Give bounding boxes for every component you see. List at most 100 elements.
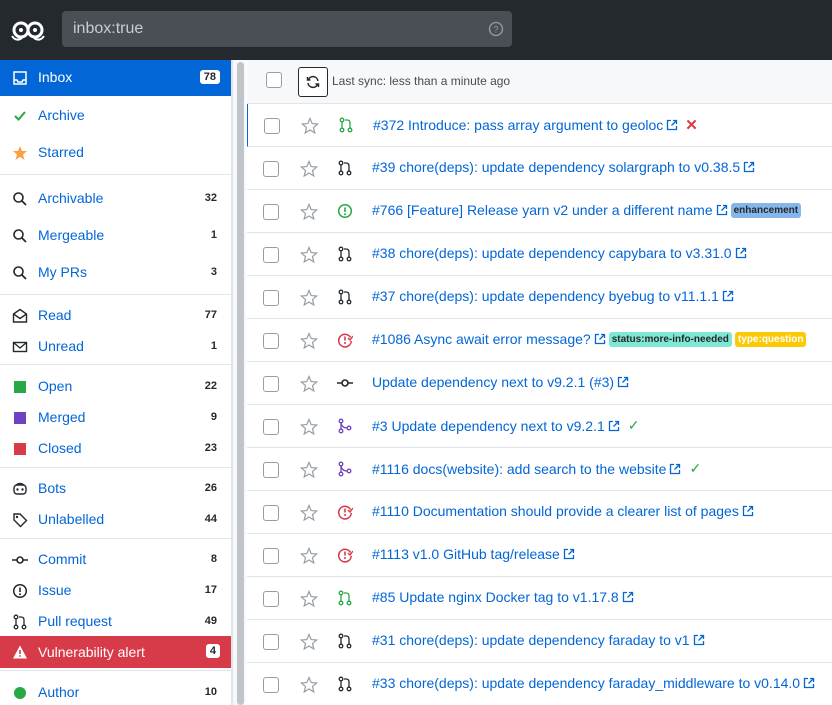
sidebar-item-vulnerability-alert[interactable]: Vulnerability alert 4 [0, 636, 231, 668]
help-icon[interactable]: ? [488, 21, 504, 37]
star-toggle-icon[interactable] [299, 546, 319, 565]
row-checkbox[interactable] [263, 333, 279, 349]
notification-row[interactable]: #85 Update nginx Docker tag to v1.17.8 [247, 577, 832, 620]
notification-title-link[interactable]: #1086 Async await error message? status:… [372, 331, 807, 347]
row-checkbox[interactable] [263, 462, 279, 478]
star-toggle-icon[interactable] [299, 632, 319, 651]
notification-title[interactable]: #1086 Async await error message? [372, 331, 591, 347]
notification-row[interactable]: #1086 Async await error message? status:… [247, 319, 832, 362]
notification-row[interactable]: #3 Update dependency next to v9.2.1 ✓ [247, 405, 832, 448]
octobox-logo-icon[interactable] [10, 16, 46, 44]
notification-title[interactable]: #1113 v1.0 GitHub tag/release [372, 546, 560, 562]
external-link-icon[interactable] [608, 420, 620, 432]
notification-title[interactable]: #38 chore(deps): update dependency capyb… [372, 245, 732, 261]
star-toggle-icon[interactable] [299, 288, 319, 307]
external-link-icon[interactable] [803, 677, 815, 689]
row-checkbox[interactable] [264, 118, 280, 134]
notification-title-link[interactable]: #38 chore(deps): update dependency capyb… [372, 245, 747, 261]
sync-button[interactable] [298, 67, 328, 97]
notification-title[interactable]: #1110 Documentation should provide a cle… [372, 503, 739, 519]
notification-title[interactable]: #1116 docs(website): add search to the w… [372, 461, 666, 477]
row-checkbox[interactable] [263, 204, 279, 220]
notification-title[interactable]: #33 chore(deps): update dependency farad… [372, 675, 800, 691]
external-link-icon[interactable] [735, 247, 747, 259]
external-link-icon[interactable] [716, 204, 728, 216]
star-toggle-icon[interactable] [299, 374, 319, 393]
row-checkbox[interactable] [263, 591, 279, 607]
notification-title[interactable]: #31 chore(deps): update dependency farad… [372, 632, 690, 648]
external-link-icon[interactable] [594, 333, 606, 345]
row-checkbox[interactable] [263, 634, 279, 650]
star-toggle-icon[interactable] [299, 159, 319, 178]
notification-title[interactable]: #37 chore(deps): update dependency byebu… [372, 288, 719, 304]
row-checkbox[interactable] [263, 548, 279, 564]
notification-row[interactable]: #1116 docs(website): add search to the w… [247, 448, 832, 491]
select-all-checkbox[interactable] [266, 72, 282, 88]
notification-title-link[interactable]: #372 Introduce: pass array argument to g… [373, 116, 698, 134]
star-toggle-icon[interactable] [299, 245, 319, 264]
sidebar-item-my-prs[interactable]: My PRs 3 [0, 255, 231, 291]
notification-title-link[interactable]: #31 chore(deps): update dependency farad… [372, 632, 705, 648]
notification-row[interactable]: #37 chore(deps): update dependency byebu… [247, 276, 832, 319]
sidebar-item-archive[interactable]: Archive [0, 98, 231, 134]
external-link-icon[interactable] [693, 634, 705, 646]
star-toggle-icon[interactable] [299, 675, 319, 694]
notification-title-link[interactable]: #1113 v1.0 GitHub tag/release [372, 546, 575, 562]
search-input[interactable] [62, 11, 482, 47]
external-link-icon[interactable] [563, 548, 575, 560]
notification-title-link[interactable]: #37 chore(deps): update dependency byebu… [372, 288, 734, 304]
row-checkbox[interactable] [263, 677, 279, 693]
notification-title[interactable]: Update dependency next to v9.2.1 (#3) [372, 374, 614, 390]
notification-title-link[interactable]: Update dependency next to v9.2.1 (#3) [372, 374, 629, 390]
external-link-icon[interactable] [722, 290, 734, 302]
notification-row[interactable]: #1113 v1.0 GitHub tag/release [247, 534, 832, 577]
star-toggle-icon[interactable] [300, 116, 320, 135]
notification-title-link[interactable]: #1110 Documentation should provide a cle… [372, 503, 754, 519]
notification-title-link[interactable]: #1116 docs(website): add search to the w… [372, 460, 701, 477]
sidebar-item-starred[interactable]: Starred [0, 135, 231, 171]
notification-title-link[interactable]: #33 chore(deps): update dependency farad… [372, 675, 815, 691]
notification-row[interactable]: #38 chore(deps): update dependency capyb… [247, 233, 832, 276]
external-link-icon[interactable] [617, 376, 629, 388]
star-toggle-icon[interactable] [299, 503, 319, 522]
notification-title[interactable]: #85 Update nginx Docker tag to v1.17.8 [372, 589, 619, 605]
notification-row[interactable]: #1110 Documentation should provide a cle… [247, 491, 832, 534]
star-toggle-icon[interactable] [299, 331, 319, 350]
sidebar-item-archivable[interactable]: Archivable 32 [0, 181, 231, 217]
notification-row[interactable]: #31 chore(deps): update dependency farad… [247, 620, 832, 663]
label-badge[interactable]: enhancement [730, 202, 802, 218]
notification-title-link[interactable]: #39 chore(deps): update dependency solar… [372, 159, 755, 175]
notification-title[interactable]: #39 chore(deps): update dependency solar… [372, 159, 740, 175]
sidebar-item-mergeable[interactable]: Mergeable 1 [0, 218, 231, 254]
row-checkbox[interactable] [263, 290, 279, 306]
row-checkbox[interactable] [263, 505, 279, 521]
notification-title-link[interactable]: #3 Update dependency next to v9.2.1 ✓ [372, 417, 639, 434]
sidebar-item-closed[interactable]: Closed 23 [0, 431, 231, 467]
sidebar-item-unread[interactable]: Unread 1 [0, 329, 231, 365]
external-link-icon[interactable] [666, 119, 678, 131]
sidebar-item-pull-request[interactable]: Pull request 49 [0, 604, 231, 640]
notification-row[interactable]: #766 [Feature] Release yarn v2 under a d… [247, 190, 832, 233]
row-checkbox[interactable] [263, 247, 279, 263]
external-link-icon[interactable] [742, 505, 754, 517]
sidebar-item-author[interactable]: Author 10 [0, 675, 231, 705]
notification-title[interactable]: #372 Introduce: pass array argument to g… [373, 117, 663, 133]
star-toggle-icon[interactable] [299, 589, 319, 608]
sidebar-scrollbar[interactable] [232, 60, 246, 705]
external-link-icon[interactable] [622, 591, 634, 603]
notification-row[interactable]: #372 Introduce: pass array argument to g… [247, 104, 832, 147]
row-checkbox[interactable] [263, 376, 279, 392]
label-badge[interactable]: status:more-info-needed [608, 331, 732, 347]
sidebar-item-inbox[interactable]: Inbox 78 [0, 60, 231, 96]
star-toggle-icon[interactable] [299, 460, 319, 479]
external-link-icon[interactable] [669, 463, 681, 475]
sidebar-item-unlabelled[interactable]: Unlabelled 44 [0, 502, 231, 538]
star-toggle-icon[interactable] [299, 202, 319, 221]
notification-title-link[interactable]: #766 [Feature] Release yarn v2 under a d… [372, 202, 802, 218]
external-link-icon[interactable] [743, 161, 755, 173]
notification-row[interactable]: #33 chore(deps): update dependency farad… [247, 663, 832, 705]
row-checkbox[interactable] [263, 161, 279, 177]
row-checkbox[interactable] [263, 419, 279, 435]
star-toggle-icon[interactable] [299, 417, 319, 436]
notification-title-link[interactable]: #85 Update nginx Docker tag to v1.17.8 [372, 589, 634, 605]
